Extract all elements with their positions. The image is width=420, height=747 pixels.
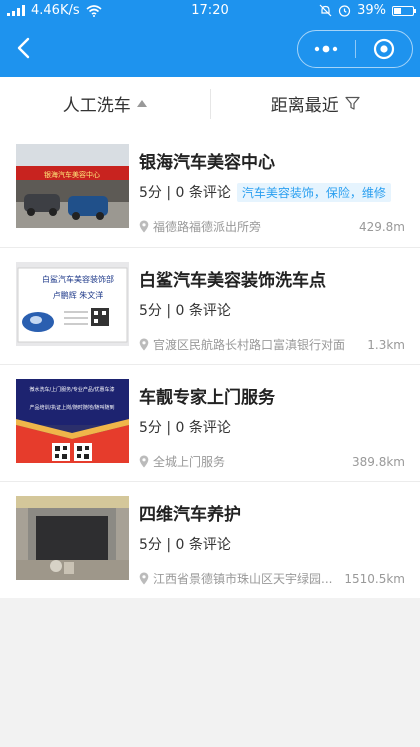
shop-name: 银海汽车美容中心 (139, 153, 275, 173)
mute-bell-icon (319, 4, 332, 17)
address-row: 官渡区民航路长村路口富滇银行对面 1.3km (139, 336, 405, 353)
more-dots-icon (315, 45, 338, 53)
shop-distance: 389.8km (352, 454, 405, 469)
location-pin-icon (139, 455, 149, 468)
shop-name: 车靓专家上门服务 (139, 388, 275, 408)
shop-photo-image: 微水洗车/上门服务/专业产品/优惠车漆 产品培训/执证上岗/随时随地/随叫随到 (16, 379, 129, 463)
battery-level (394, 7, 401, 14)
target-circle-icon (373, 38, 394, 60)
location-pin-icon (139, 338, 149, 351)
shop-address: 官渡区民航路长村路口富滇银行对面 (153, 338, 346, 352)
battery-percent: 39% (357, 3, 386, 18)
category-filter-label: 人工洗车 (62, 96, 131, 116)
address-row: 福德路福德派出所旁 429.8m (139, 218, 405, 235)
miniprogram-capsule (297, 30, 413, 68)
shop-photo-image: 银海汽车美容中心 (16, 144, 129, 228)
rating-text: 5分 | 0 条评论 (139, 537, 231, 553)
rating-text: 5分 | 0 条评论 (139, 185, 231, 201)
sort-filter[interactable]: 距离最近 (211, 91, 420, 116)
list-item[interactable]: 白鲨汽车美容装饰部 卢鹏辉 朱文洋 白鲨汽车美容装饰洗车点 5分 | 0 条评论… (0, 247, 420, 364)
funnel-icon (345, 96, 360, 110)
address-row: 江西省景德镇市珠山区天宇绿园... 1510.5km (139, 570, 405, 587)
rating-row: 5分 | 0 条评论 (139, 300, 407, 320)
caret-up-icon (136, 100, 147, 107)
shop-photo (16, 496, 129, 580)
shop-address: 江西省景德镇市珠山区天宇绿园... (153, 572, 333, 586)
shop-photo: 白鲨汽车美容装饰部 卢鹏辉 朱文洋 (16, 262, 129, 346)
rating-text: 5分 | 0 条评论 (139, 303, 231, 319)
shop-name: 四维汽车养护 (139, 505, 241, 525)
shop-photo: 微水洗车/上门服务/专业产品/优惠车漆 产品培训/执证上岗/随时随地/随叫随到 (16, 379, 129, 463)
shop-distance: 1510.5km (344, 571, 405, 586)
list-item[interactable]: 微水洗车/上门服务/专业产品/优惠车漆 产品培训/执证上岗/随时随地/随叫随到 … (0, 364, 420, 481)
battery-icon (392, 5, 416, 16)
list-item[interactable]: 银海汽车美容中心 银海汽车美容中心 5分 | 0 条评论 汽车美容装饰，保险，维… (0, 130, 420, 247)
shop-photo-image: 白鲨汽车美容装饰部 卢鹏辉 朱文洋 (16, 262, 129, 346)
banner-line-1: 微水洗车/上门服务/专业产品/优惠车漆 (29, 386, 114, 393)
status-bar: 4.46K/s 17:20 39% (0, 0, 420, 22)
shop-name: 白鲨汽车美容装饰洗车点 (139, 271, 326, 291)
card-name-text: 卢鹏辉 朱文洋 (53, 290, 104, 300)
rating-row: 5分 | 0 条评论 汽车美容装饰，保险，维修 (139, 182, 407, 202)
back-button[interactable] (10, 33, 40, 63)
service-tag: 汽车美容装饰，保险，维修 (236, 182, 391, 202)
location-pin-icon (139, 220, 149, 233)
chevron-left-icon (17, 37, 30, 59)
location-pin-icon (139, 572, 149, 585)
banner-line-2: 产品培训/执证上岗/随时随地/随叫随到 (29, 404, 114, 411)
app-header: 4.46K/s 17:20 39% (0, 0, 420, 77)
list-item[interactable]: 四维汽车养护 5分 | 0 条评论 江西省景德镇市珠山区天宇绿园... 1510… (0, 481, 420, 598)
address-row: 全城上门服务 389.8km (139, 453, 405, 470)
rating-row: 5分 | 0 条评论 (139, 534, 407, 554)
shop-list: 银海汽车美容中心 银海汽车美容中心 5分 | 0 条评论 汽车美容装饰，保险，维… (0, 130, 420, 598)
sort-filter-label: 距离最近 (270, 96, 339, 116)
close-miniprogram-button[interactable] (356, 31, 413, 67)
filter-bar: 人工洗车 距离最近 (0, 77, 420, 130)
status-right: 39% (319, 3, 416, 18)
shop-distance: 1.3km (367, 337, 405, 352)
shop-distance: 429.8m (358, 219, 405, 234)
more-button[interactable] (298, 31, 355, 67)
rating-text: 5分 | 0 条评论 (139, 420, 231, 436)
shop-address: 福德路福德派出所旁 (153, 220, 262, 234)
alarm-icon (338, 5, 351, 17)
shop-sign-text: 银海汽车美容中心 (44, 170, 100, 179)
shop-photo-image (16, 496, 129, 580)
rating-row: 5分 | 0 条评论 (139, 417, 407, 437)
shop-address: 全城上门服务 (153, 455, 226, 469)
shop-photo: 银海汽车美容中心 (16, 144, 129, 228)
category-filter[interactable]: 人工洗车 (0, 91, 210, 116)
card-title-text: 白鲨汽车美容装饰部 (42, 274, 114, 284)
